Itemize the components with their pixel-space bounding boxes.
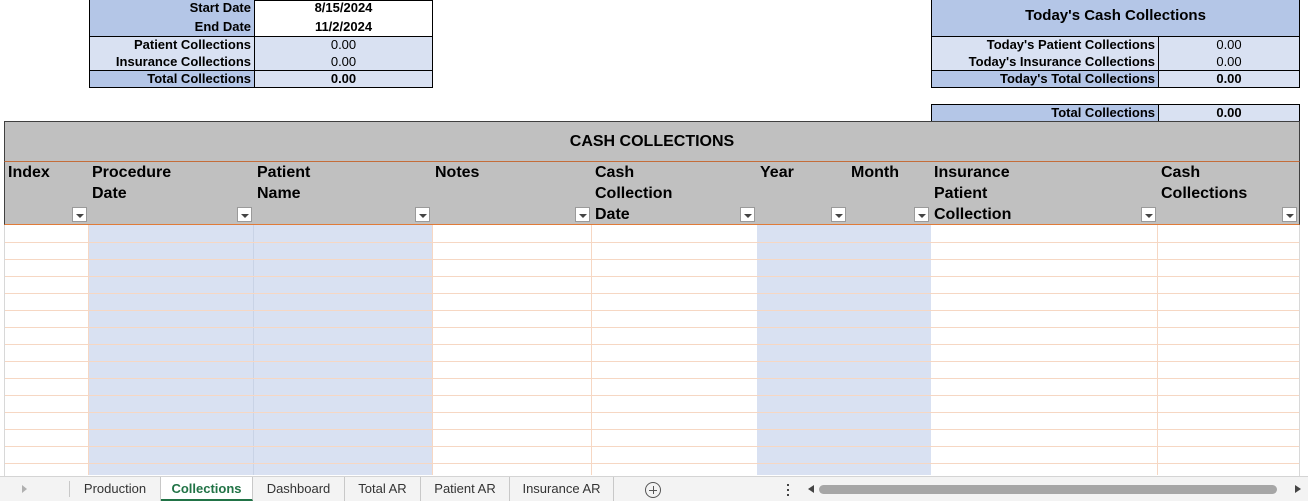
horizontal-scrollbar-thumb[interactable] (819, 485, 1277, 494)
row-gridline (4, 293, 1300, 294)
column-header-notes[interactable]: Notes (432, 162, 592, 225)
divider (1158, 37, 1159, 88)
insurance-collections-label: Insurance Collections (90, 54, 254, 71)
column-header-label: Index (8, 164, 50, 181)
row-gridline (4, 429, 1300, 430)
column-header-month[interactable]: Month (848, 162, 931, 225)
scroll-left-arrow-icon[interactable] (808, 485, 814, 493)
row-gridline (4, 276, 1300, 277)
filter-dropdown-icon[interactable] (1282, 207, 1297, 222)
column-header-label: Month (851, 164, 899, 181)
column-header-patient-name[interactable]: Patient Name (254, 162, 432, 225)
column-procedure-date-cells[interactable] (89, 225, 254, 475)
column-header-label: Notes (435, 164, 480, 181)
todays-insurance-label: Today's Insurance Collections (932, 54, 1158, 71)
insurance-collections-value: 0.00 (255, 54, 432, 71)
plus-vertical (652, 486, 654, 494)
row-gridline (4, 412, 1300, 413)
sheet-tab-insurance-ar[interactable]: Insurance AR (510, 477, 614, 501)
sheet-tab-total-ar[interactable]: Total AR (345, 477, 421, 501)
todays-cash-title: Today's Cash Collections (932, 0, 1299, 36)
filter-dropdown-icon[interactable] (575, 207, 590, 222)
column-insurance-patient-cells[interactable] (931, 225, 1158, 475)
column-header-label: Year (760, 164, 794, 181)
row-gridline (4, 344, 1300, 345)
column-patient-name-cells[interactable] (254, 225, 432, 475)
column-header-label: Insurance Patient Collection (934, 164, 1012, 223)
column-header-cash-collections[interactable]: Cash Collections (1158, 162, 1300, 225)
column-cash-collections-cells[interactable] (1158, 225, 1300, 475)
more-options-icon[interactable] (787, 484, 790, 496)
dot (787, 494, 789, 496)
sheet-tab-patient-ar[interactable]: Patient AR (421, 477, 510, 501)
plus-circle-icon[interactable] (645, 482, 661, 498)
column-header-cash-collection-date[interactable]: Cash Collection Date (592, 162, 757, 225)
dot (787, 484, 789, 486)
end-date-label: End Date (90, 18, 254, 36)
sheet-tab-dashboard[interactable]: Dashboard (253, 477, 345, 501)
divider (254, 0, 255, 88)
patient-collections-value: 0.00 (255, 37, 432, 54)
table-left-edge (4, 225, 5, 476)
sheet-tab-collections[interactable]: Collections (161, 477, 253, 501)
column-header-label: Cash Collection Date (595, 164, 673, 223)
row-gridline (4, 327, 1300, 328)
column-header-index[interactable]: Index (4, 162, 89, 225)
column-notes-cells[interactable] (432, 225, 592, 475)
filter-dropdown-icon[interactable] (914, 207, 929, 222)
row-gridline (4, 361, 1300, 362)
end-date-value[interactable]: 11/2/2024 (255, 18, 432, 36)
todays-patient-label: Today's Patient Collections (932, 37, 1158, 54)
todays-total-label: Today's Total Collections (932, 71, 1158, 87)
column-header-procedure-date[interactable]: Procedure Date (89, 162, 254, 225)
sheet-tab-production[interactable]: Production (70, 477, 161, 501)
filter-dropdown-icon[interactable] (831, 207, 846, 222)
start-date-label: Start Date (90, 0, 254, 18)
todays-total-value: 0.00 (1159, 71, 1299, 87)
filter-dropdown-icon[interactable] (237, 207, 252, 222)
sheet-tab-bar: Production Collections Dashboard Total A… (0, 476, 1308, 501)
filter-dropdown-icon[interactable] (415, 207, 430, 222)
filter-dropdown-icon[interactable] (72, 207, 87, 222)
row-gridline (4, 242, 1300, 243)
column-header-label: Procedure Date (92, 164, 172, 202)
dot (787, 489, 789, 491)
patient-collections-label: Patient Collections (90, 37, 254, 54)
grand-total-value: 0.00 (1159, 105, 1299, 121)
scroll-tabs-right-icon[interactable] (22, 485, 27, 493)
total-collections-label: Total Collections (90, 71, 254, 87)
column-header-year[interactable]: Year (757, 162, 848, 225)
column-header-label: Patient Name (257, 164, 311, 202)
divider (1158, 105, 1159, 121)
todays-patient-value: 0.00 (1159, 37, 1299, 54)
column-cash-collection-date-cells[interactable] (592, 225, 757, 475)
table-title: CASH COLLECTIONS (4, 121, 1300, 162)
table-right-edge (1299, 225, 1300, 476)
column-index-cells[interactable] (4, 225, 89, 475)
start-date-value[interactable]: 8/15/2024 (255, 0, 432, 18)
column-year-month-cells[interactable] (757, 225, 931, 475)
filter-dropdown-icon[interactable] (740, 207, 755, 222)
column-header-insurance-patient-collection[interactable]: Insurance Patient Collection (931, 162, 1158, 225)
row-gridline (4, 378, 1300, 379)
row-gridline (4, 310, 1300, 311)
grand-total-label: Total Collections (932, 105, 1158, 121)
column-header-label: Cash Collections (1161, 164, 1248, 202)
total-collections-value: 0.00 (255, 71, 432, 87)
row-gridline (4, 259, 1300, 260)
scroll-right-arrow-icon[interactable] (1295, 485, 1301, 493)
todays-insurance-value: 0.00 (1159, 54, 1299, 71)
filter-dropdown-icon[interactable] (1141, 207, 1156, 222)
row-gridline (4, 395, 1300, 396)
row-gridline (4, 463, 1300, 464)
row-gridline (4, 446, 1300, 447)
